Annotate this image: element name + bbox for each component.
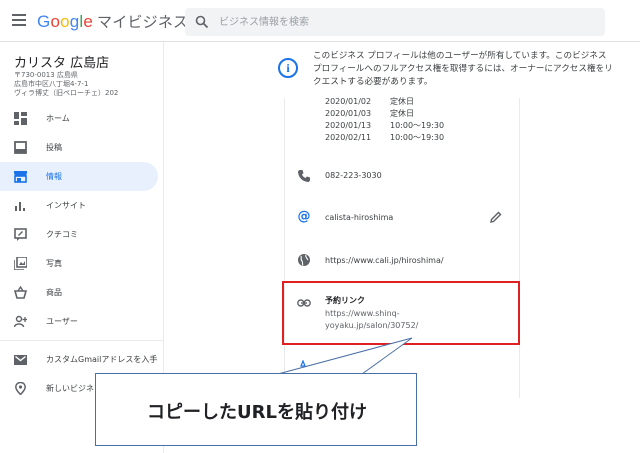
address-line: ヴィラ博丈（旧ペローチェ）202 <box>14 89 119 97</box>
sidebar-item-label: 写真 <box>46 259 62 268</box>
globe-icon <box>298 254 310 266</box>
insights-icon <box>15 202 25 211</box>
ownership-notice: このビジネス プロフィールは他のユーザーが所有しています。このビジネスプロフィー… <box>313 51 613 87</box>
address-line: 広島市中区八丁堀4-7-1 <box>14 80 89 88</box>
photos-icon <box>14 257 27 270</box>
annotation-callout: コピーしたURLを貼り付け <box>95 373 417 446</box>
posts-icon <box>14 141 27 154</box>
callout-text: コピーしたURLを貼り付け <box>147 402 367 423</box>
sidebar-item-reviews[interactable]: クチコミ <box>0 220 158 249</box>
dashboard-icon <box>14 112 27 125</box>
sidebar-item-home[interactable]: ホーム <box>0 104 158 133</box>
products-icon <box>14 286 27 299</box>
phone-number[interactable]: 082-223-3030 <box>325 171 382 180</box>
sidebar-item-label: 新しいビジネ <box>46 384 94 393</box>
special-hours-row: 2020/01/02 定休日 <box>325 97 414 106</box>
business-address: 〒730-0013 広島県 広島市中区八丁堀4-7-1 ヴィラ博丈（旧ペローチェ… <box>14 71 118 98</box>
special-hours-row: 2020/01/13 10:00～19:30 <box>325 121 445 130</box>
special-hours-row: 2020/02/11 10:00～19:30 <box>325 133 445 142</box>
sidebar-divider <box>0 340 164 341</box>
sidebar-item-info[interactable]: 情報 <box>0 162 158 191</box>
sidebar-item-label: 情報 <box>46 172 62 181</box>
sidebar-item-insights[interactable]: インサイト <box>0 191 158 220</box>
sidebar-item-label: ホーム <box>46 114 70 123</box>
app-logo[interactable]: Google マイビジネス <box>37 11 188 32</box>
phone-icon <box>298 170 310 182</box>
at-sign-icon: @ <box>297 209 311 224</box>
highlight-box <box>282 281 520 345</box>
add-user-icon <box>14 315 27 328</box>
sidebar-item-photos[interactable]: 写真 <box>0 249 158 278</box>
sidebar-item-label: カスタムGmailアドレスを入手 <box>46 355 158 364</box>
short-name[interactable]: calista-hiroshima <box>325 213 393 222</box>
top-bar: Google マイビジネス <box>0 0 640 42</box>
location-pin-icon <box>15 382 26 395</box>
special-hours-list: 2020/01/02 定休日 2020/01/03 定休日 2020/01/13 10… <box>325 96 444 144</box>
special-hours-row: 2020/01/03 定休日 <box>325 109 414 118</box>
sidebar-item-users[interactable]: ユーザー <box>0 307 158 336</box>
product-name: マイビジネス <box>97 14 189 31</box>
menu-icon[interactable] <box>12 14 26 26</box>
business-name: カリスタ 広島店 <box>14 56 110 71</box>
sidebar-item-posts[interactable]: 投稿 <box>0 133 158 162</box>
search-icon <box>195 15 209 29</box>
sidebar-item-label: ユーザー <box>46 317 78 326</box>
search-input[interactable] <box>219 8 589 36</box>
reviews-icon <box>14 228 27 241</box>
sidebar-item-label: クチコミ <box>46 230 78 239</box>
sidebar-item-products[interactable]: 商品 <box>0 278 158 307</box>
sidebar-item-label: 商品 <box>46 288 62 297</box>
edit-pencil-icon[interactable] <box>489 210 503 224</box>
address-line: 〒730-0013 広島県 <box>14 71 78 79</box>
search-bar[interactable] <box>185 8 605 36</box>
gmail-icon <box>14 355 27 365</box>
sidebar-nav: ホーム 投稿 情報 インサイト クチコミ 写真 商品 ユーザー カスタムGmai… <box>0 104 164 403</box>
storefront-icon <box>14 171 27 183</box>
info-icon: i <box>278 58 298 78</box>
sidebar-item-label: インサイト <box>46 201 86 210</box>
partial-icon <box>300 360 306 367</box>
website-url[interactable]: https://www.cali.jp/hiroshima/ <box>325 256 444 265</box>
sidebar-item-gmail[interactable]: カスタムGmailアドレスを入手 <box>0 345 158 374</box>
sidebar-item-label: 投稿 <box>46 143 62 152</box>
